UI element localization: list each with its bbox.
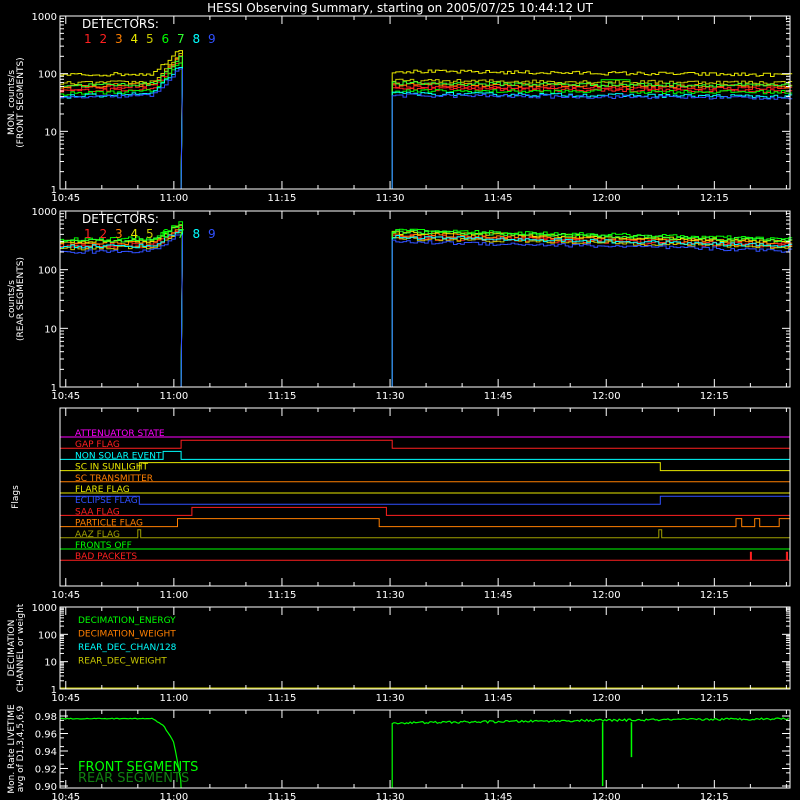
legend-entry-4: 4	[131, 227, 139, 241]
x-tick-label: 11:00	[159, 193, 188, 204]
legend-entry-3: 3	[115, 32, 123, 46]
x-tick-label: 11:15	[268, 792, 297, 800]
x-tick-label: 12:00	[592, 792, 621, 800]
flag-label: BAD PACKETS	[75, 552, 137, 562]
x-tick-label: 12:15	[700, 792, 729, 800]
flag-label: SC TRANSMITTER	[75, 474, 153, 484]
flag-label: ATTENUATOR STATE	[75, 429, 165, 439]
legend-entry-6: 6	[162, 227, 170, 241]
x-tick-label: 10:45	[51, 792, 80, 800]
y-tick-label: 10	[44, 658, 57, 669]
x-tick-label: 12:00	[592, 391, 621, 402]
flag-label: ECLIPSE FLAG	[75, 496, 138, 506]
flag-label: AAZ FLAG	[75, 530, 120, 540]
x-tick-label: 11:45	[484, 590, 513, 601]
flag-label: PARTICLE FLAG	[75, 519, 143, 529]
y-tick-label: 0.98	[35, 712, 57, 723]
y-axis-label: avg of D1,3,4,5,6,9	[16, 705, 26, 792]
flag-label: NON SOLAR EVENT	[75, 451, 162, 461]
legend-title: DETECTORS:	[82, 17, 159, 31]
x-tick-label: 12:00	[592, 693, 621, 704]
decimation-legend-entry: REAR_DEC_WEIGHT	[78, 657, 167, 667]
x-tick-label: 12:00	[592, 193, 621, 204]
x-tick-label: 11:15	[268, 391, 297, 402]
y-tick-label: 0.96	[35, 730, 57, 741]
legend-entry-7: 7	[177, 32, 185, 46]
y-tick-label: 1000	[32, 603, 57, 614]
legend-entry-5: 5	[146, 227, 154, 241]
decimation-legend-entry: REAR_DEC_CHAN/128	[78, 643, 177, 653]
y-tick-label: 100	[38, 630, 57, 641]
legend-entry-2: 2	[100, 227, 108, 241]
x-tick-label: 11:15	[268, 693, 297, 704]
legend-entry-6: 6	[162, 32, 170, 46]
legend-entry-2: 2	[100, 32, 108, 46]
flag-label: SAA FLAG	[75, 507, 120, 517]
y-tick-label: 0.92	[35, 765, 57, 776]
y-tick-label: 0.94	[35, 747, 57, 758]
legend-entry-1: 1	[84, 32, 92, 46]
x-tick-label: 11:15	[268, 590, 297, 601]
y-tick-label: 10	[44, 127, 57, 138]
y-axis-label: (REAR SEGMENTS)	[16, 257, 26, 341]
figure-title: HESSI Observing Summary, starting on 200…	[207, 1, 593, 15]
y-tick-label: 10	[44, 324, 57, 335]
legend-entry-9: 9	[208, 32, 216, 46]
observing-summary-figure: HESSI Observing Summary, starting on 200…	[0, 0, 800, 800]
x-tick-label: 11:15	[268, 193, 297, 204]
y-tick-label: 1	[51, 685, 57, 696]
legend-entry-5: 5	[146, 32, 154, 46]
y-axis-label: CHANNEL or weight	[16, 603, 26, 692]
x-tick-label: 11:45	[484, 693, 513, 704]
legend-entry-8: 8	[193, 32, 201, 46]
flag-label: GAP FLAG	[75, 440, 120, 450]
y-tick-label: 100	[38, 266, 57, 277]
x-tick-label: 11:45	[484, 193, 513, 204]
x-tick-label: 11:30	[376, 193, 405, 204]
x-tick-label: 11:45	[484, 391, 513, 402]
legend-entry-8: 8	[193, 227, 201, 241]
livetime-legend-entry: REAR SEGMENTS	[78, 771, 189, 786]
x-tick-label: 11:30	[376, 590, 405, 601]
legend-entry-7: 7	[177, 227, 185, 241]
x-tick-label: 12:15	[700, 590, 729, 601]
x-tick-label: 11:30	[376, 792, 405, 800]
decimation-legend-entry: DECIMATION_ENERGY	[78, 616, 176, 626]
legend-entry-1: 1	[84, 227, 92, 241]
flag-label: SC IN SUNLIGHT	[75, 463, 149, 473]
y-tick-label: 1000	[32, 12, 57, 23]
y-tick-label: 0.90	[35, 782, 57, 793]
x-tick-label: 12:00	[592, 590, 621, 601]
x-tick-label: 11:30	[376, 693, 405, 704]
x-tick-label: 12:15	[700, 193, 729, 204]
x-tick-label: 11:45	[484, 792, 513, 800]
x-tick-label: 11:30	[376, 391, 405, 402]
decimation-legend-entry: DECIMATION_WEIGHT	[78, 630, 176, 640]
x-tick-label: 12:15	[700, 693, 729, 704]
y-tick-label: 1	[51, 383, 57, 394]
x-tick-label: 11:00	[159, 391, 188, 402]
y-axis-label: Flags	[11, 485, 21, 509]
y-axis-label: (FRONT SEGMENTS)	[16, 57, 26, 147]
legend-title: DETECTORS:	[82, 212, 159, 226]
legend-entry-4: 4	[131, 32, 139, 46]
legend-entry-9: 9	[208, 227, 216, 241]
x-tick-label: 11:00	[159, 590, 188, 601]
x-tick-label: 11:00	[159, 693, 188, 704]
flag-label: FRONTS OFF	[75, 541, 132, 551]
x-tick-label: 12:15	[700, 391, 729, 402]
y-tick-label: 1	[51, 185, 57, 196]
legend-entry-3: 3	[115, 227, 123, 241]
x-tick-label: 11:00	[159, 792, 188, 800]
y-tick-label: 100	[38, 70, 57, 81]
x-tick-label: 10:45	[51, 590, 80, 601]
y-tick-label: 1000	[32, 207, 57, 218]
flag-label: FLARE FLAG	[75, 485, 130, 495]
